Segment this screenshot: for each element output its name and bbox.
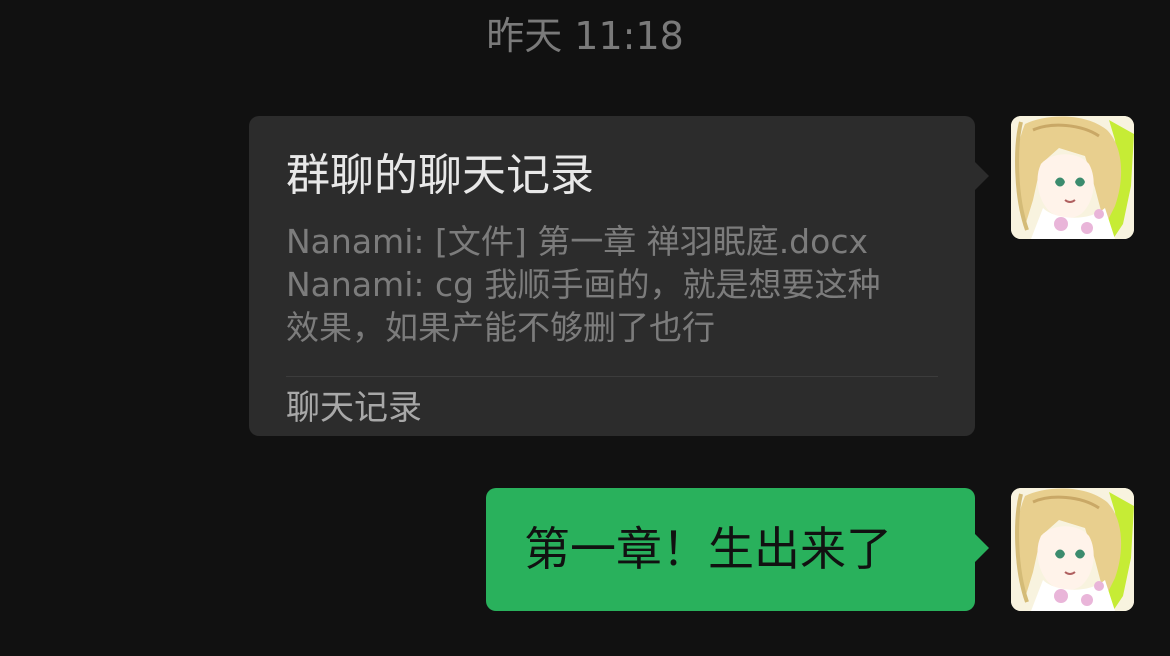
chat-record-card[interactable]: 群聊的聊天记录 Nanami: [文件] 第一章 禅羽眠庭.docx Nanam…	[249, 116, 989, 436]
chat-record-footer-label: 聊天记录	[286, 388, 422, 428]
chat-record-preview: Nanami: [文件] 第一章 禅羽眠庭.docx Nanami: cg 我顺…	[286, 220, 946, 349]
chat-record-preview-line: 效果，如果产能不够删了也行	[286, 308, 715, 347]
anime-character-avatar-icon	[1011, 488, 1134, 611]
chat-record-preview-line: Nanami: cg 我顺手画的，就是想要这种	[286, 265, 881, 304]
chat-record-preview-line: Nanami: [文件] 第一章 禅羽眠庭.docx	[286, 222, 868, 261]
message-timestamp: 昨天 11:18	[486, 14, 684, 58]
sent-text-bubble[interactable]: 第一章！生出来了	[486, 488, 989, 611]
chat-record-title: 群聊的聊天记录	[286, 150, 594, 201]
user-avatar[interactable]	[1011, 488, 1134, 611]
anime-character-avatar-icon	[1011, 116, 1134, 239]
user-avatar[interactable]	[1011, 116, 1134, 239]
chat-record-divider	[286, 376, 938, 377]
